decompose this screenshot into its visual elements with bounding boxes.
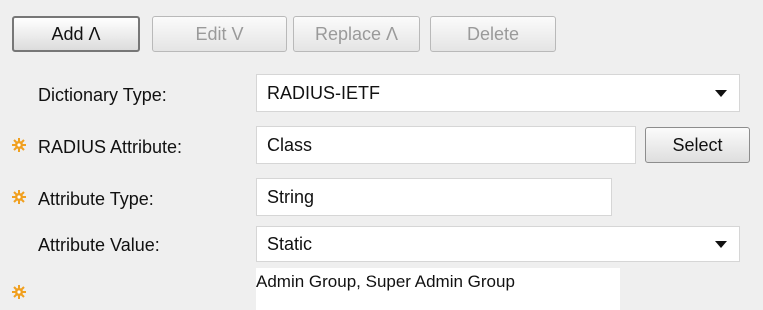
attribute-type-value: String bbox=[267, 186, 315, 207]
dictionary-type-select[interactable]: RADIUS-IETF bbox=[256, 74, 740, 112]
gear-star-icon bbox=[12, 138, 26, 152]
radius-attribute-input[interactable]: Class bbox=[256, 126, 636, 164]
select-button[interactable]: Select bbox=[645, 127, 750, 163]
gear-star-icon bbox=[12, 285, 26, 299]
attribute-type-input[interactable]: String bbox=[256, 178, 612, 216]
attribute-value-select[interactable]: Static bbox=[256, 226, 740, 262]
attribute-value-label: Attribute Value: bbox=[38, 235, 160, 255]
chevron-down-icon bbox=[715, 241, 727, 248]
dictionary-type-label: Dictionary Type: bbox=[38, 85, 167, 105]
edit-button[interactable]: Edit V bbox=[152, 16, 287, 52]
replace-button[interactable]: Replace Λ bbox=[293, 16, 420, 52]
attribute-type-label: Attribute Type: bbox=[38, 189, 154, 209]
chevron-down-icon bbox=[715, 90, 727, 97]
add-button[interactable]: Add Λ bbox=[12, 16, 140, 52]
radius-attribute-label: RADIUS Attribute: bbox=[38, 137, 183, 157]
dictionary-type-value: RADIUS-IETF bbox=[267, 82, 381, 103]
static-value-textarea[interactable]: Admin Group, Super Admin Group bbox=[256, 268, 620, 310]
attribute-value-value: Static bbox=[267, 233, 313, 254]
radius-attribute-value: Class bbox=[267, 134, 313, 155]
delete-button[interactable]: Delete bbox=[430, 16, 556, 52]
gear-star-icon bbox=[12, 190, 26, 204]
